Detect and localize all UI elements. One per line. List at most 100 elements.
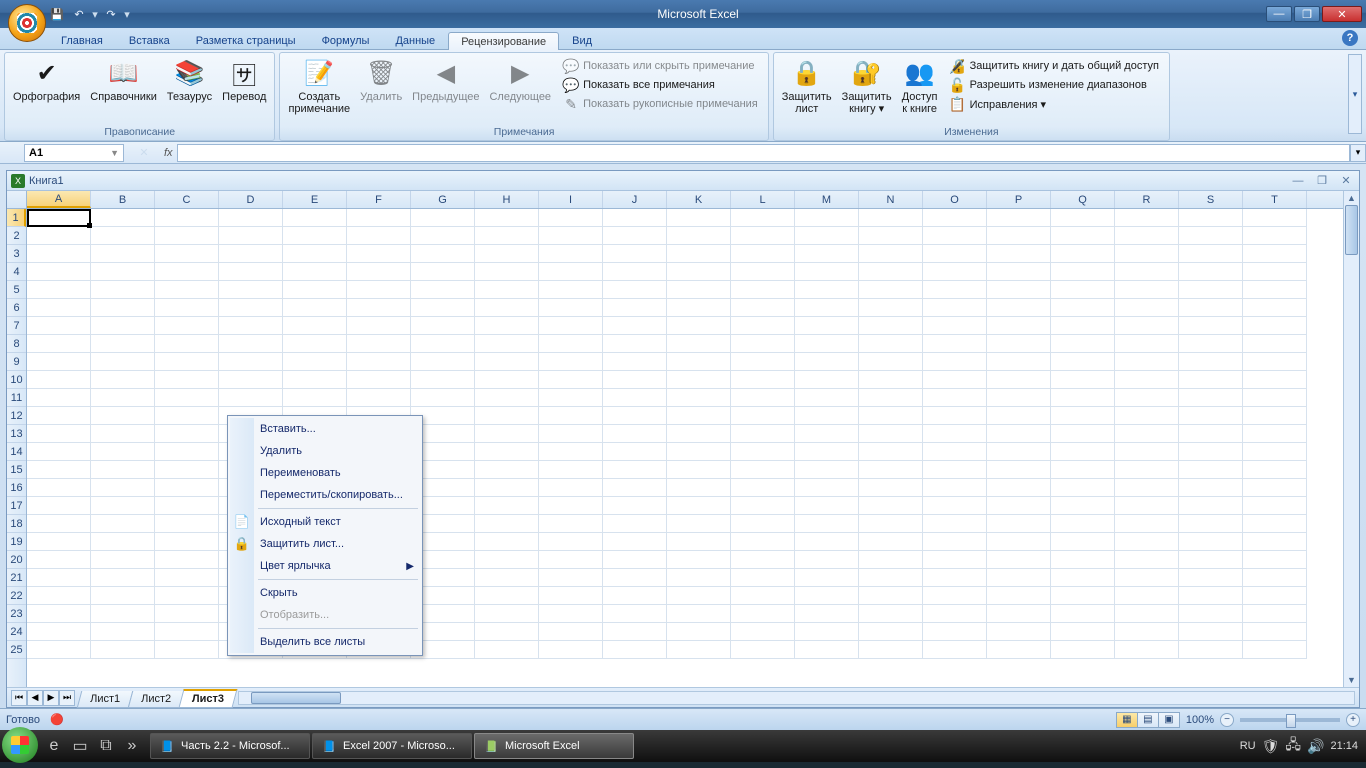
save-icon[interactable]: 💾 [48, 5, 66, 23]
col-header-R[interactable]: R [1115, 191, 1179, 208]
row-header-5[interactable]: 5 [7, 281, 26, 299]
prev-comment-button[interactable]: ◀Предыдущее [408, 55, 483, 105]
research-button[interactable]: 📖Справочники [86, 55, 161, 105]
ctx-view-code[interactable]: 📄Исходный текст [230, 511, 420, 533]
row-header-7[interactable]: 7 [7, 317, 26, 335]
view-page-break-button[interactable]: ▣ [1158, 712, 1180, 728]
show-hide-comment-button[interactable]: 💬Показать или скрыть примечание [559, 57, 762, 75]
share-workbook-button[interactable]: 👥Доступ к книге [898, 55, 942, 117]
row-header-12[interactable]: 12 [7, 407, 26, 425]
fx-icon[interactable]: fx [164, 147, 173, 159]
row-header-10[interactable]: 10 [7, 371, 26, 389]
ctx-delete[interactable]: Удалить [230, 440, 420, 462]
col-header-D[interactable]: D [219, 191, 283, 208]
row-header-19[interactable]: 19 [7, 533, 26, 551]
row-header-23[interactable]: 23 [7, 605, 26, 623]
undo-icon[interactable]: ↶ [70, 5, 88, 23]
col-header-Q[interactable]: Q [1051, 191, 1115, 208]
col-header-H[interactable]: H [475, 191, 539, 208]
hscroll-thumb[interactable] [251, 692, 341, 704]
name-box[interactable]: A1▼ [24, 144, 124, 162]
ctx-select-all-sheets[interactable]: Выделить все листы [230, 631, 420, 653]
track-changes-button[interactable]: 📋Исправления ▾ [946, 95, 1163, 113]
namebox-dropdown-icon[interactable]: ▼ [110, 148, 119, 158]
col-header-L[interactable]: L [731, 191, 795, 208]
formula-expand-button[interactable]: ▾ [1350, 144, 1366, 162]
row-header-16[interactable]: 16 [7, 479, 26, 497]
window-minimize-button[interactable]: — [1266, 6, 1292, 22]
ql-ie-icon[interactable]: e [42, 734, 66, 758]
sheet-tab-1[interactable]: Лист1 [77, 691, 134, 708]
macro-record-icon[interactable]: 🔴 [50, 713, 64, 726]
spelling-button[interactable]: ✔Орфография [9, 55, 84, 105]
zoom-in-button[interactable]: + [1346, 713, 1360, 727]
col-header-T[interactable]: T [1243, 191, 1307, 208]
zoom-out-button[interactable]: − [1220, 713, 1234, 727]
office-button[interactable] [8, 4, 46, 42]
col-header-E[interactable]: E [283, 191, 347, 208]
sheet-nav-last[interactable]: ⏭ [59, 690, 75, 706]
sheet-nav-first[interactable]: ⏮ [11, 690, 27, 706]
ctx-hide[interactable]: Скрыть [230, 582, 420, 604]
allow-ranges-button[interactable]: 🔓Разрешить изменение диапазонов [946, 76, 1163, 94]
sheet-tab-2[interactable]: Лист2 [128, 691, 185, 708]
row-header-18[interactable]: 18 [7, 515, 26, 533]
ctx-rename[interactable]: Переименовать [230, 462, 420, 484]
vscroll-thumb[interactable] [1345, 205, 1358, 255]
col-header-K[interactable]: K [667, 191, 731, 208]
thesaurus-button[interactable]: 📚Тезаурус [163, 55, 216, 105]
new-comment-button[interactable]: 📝Создать примечание [284, 55, 354, 117]
scroll-up-icon[interactable]: ▲ [1344, 191, 1359, 205]
start-button[interactable] [2, 727, 38, 763]
col-header-P[interactable]: P [987, 191, 1051, 208]
workbook-close-button[interactable]: ✕ [1337, 174, 1355, 188]
tray-shield-icon[interactable]: 🛡 [1262, 738, 1280, 755]
tab-data[interactable]: Данные [382, 31, 448, 49]
zoom-level[interactable]: 100% [1186, 714, 1214, 726]
tray-network-icon[interactable]: 🖧 [1285, 734, 1301, 758]
col-header-N[interactable]: N [859, 191, 923, 208]
ql-chevron-icon[interactable]: » [120, 734, 144, 758]
window-maximize-button[interactable]: ❐ [1294, 6, 1320, 22]
protect-share-button[interactable]: 🔏Защитить книгу и дать общий доступ [946, 57, 1163, 75]
ctx-tab-color[interactable]: Цвет ярлычка▶ [230, 555, 420, 577]
tab-home[interactable]: Главная [48, 31, 116, 49]
col-header-I[interactable]: I [539, 191, 603, 208]
zoom-slider[interactable] [1240, 718, 1340, 722]
scroll-down-icon[interactable]: ▼ [1344, 673, 1359, 687]
help-icon[interactable]: ? [1342, 30, 1358, 46]
col-header-G[interactable]: G [411, 191, 475, 208]
row-header-17[interactable]: 17 [7, 497, 26, 515]
row-header-8[interactable]: 8 [7, 335, 26, 353]
tab-view[interactable]: Вид [559, 31, 605, 49]
col-header-O[interactable]: O [923, 191, 987, 208]
show-all-comments-button[interactable]: 💬Показать все примечания [559, 76, 762, 94]
task-excel[interactable]: 📗Microsoft Excel [474, 733, 634, 759]
tab-page-layout[interactable]: Разметка страницы [183, 31, 309, 49]
view-page-layout-button[interactable]: ▤ [1137, 712, 1159, 728]
col-header-A[interactable]: A [27, 191, 91, 208]
ctx-insert[interactable]: Вставить... [230, 418, 420, 440]
ql-switch-icon[interactable]: ⧉ [94, 734, 118, 758]
col-header-M[interactable]: M [795, 191, 859, 208]
formula-input[interactable] [177, 144, 1350, 162]
row-header-9[interactable]: 9 [7, 353, 26, 371]
redo-icon[interactable]: ↷ [102, 5, 120, 23]
sheet-tab-3[interactable]: Лист3 [179, 689, 238, 708]
protect-workbook-button[interactable]: 🔐Защитить книгу ▾ [838, 55, 896, 117]
row-header-20[interactable]: 20 [7, 551, 26, 569]
show-ink-button[interactable]: ✎Показать рукописные примечания [559, 95, 762, 113]
sheet-nav-prev[interactable]: ◀ [27, 690, 43, 706]
row-header-14[interactable]: 14 [7, 443, 26, 461]
row-header-24[interactable]: 24 [7, 623, 26, 641]
col-header-C[interactable]: C [155, 191, 219, 208]
cells-grid[interactable] [27, 209, 1343, 659]
row-header-6[interactable]: 6 [7, 299, 26, 317]
window-close-button[interactable]: ✕ [1322, 6, 1362, 22]
protect-sheet-button[interactable]: 🔒Защитить лист [778, 55, 836, 117]
horizontal-scrollbar[interactable] [238, 691, 1355, 705]
row-header-13[interactable]: 13 [7, 425, 26, 443]
translate-button[interactable]: 🈂Перевод [218, 55, 270, 105]
row-header-22[interactable]: 22 [7, 587, 26, 605]
tab-review[interactable]: Рецензирование [448, 32, 559, 50]
